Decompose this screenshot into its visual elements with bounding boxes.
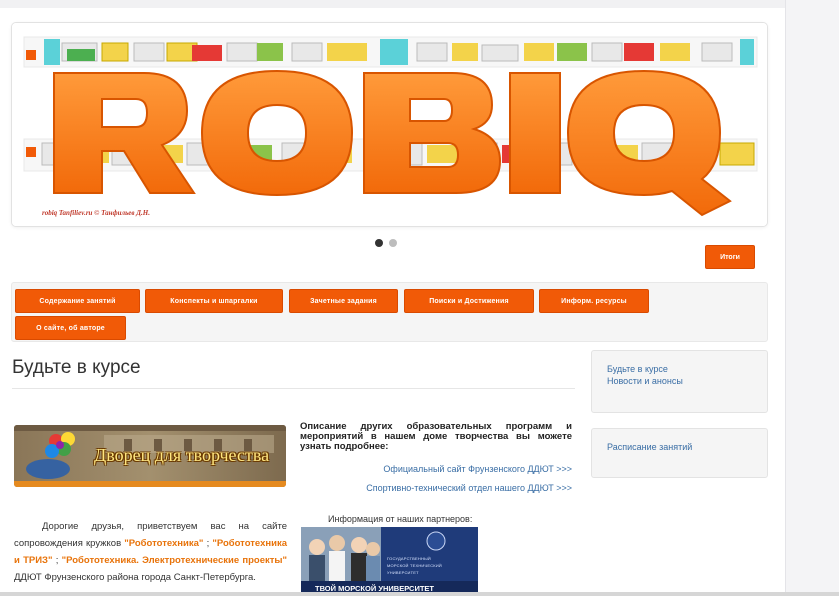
- greeting-separator-2: ;: [55, 555, 59, 566]
- title-divider: [12, 388, 575, 389]
- program-blocks-top: [23, 36, 758, 68]
- horizontal-scrollbar[interactable]: [0, 592, 839, 596]
- greeting-highlight-electro: "Робототехника. Электротехнические проек…: [61, 555, 288, 566]
- schedule-panel: Расписание занятий: [591, 428, 768, 478]
- news-title-link[interactable]: Будьте в курсе: [607, 364, 668, 374]
- main-nav: Содержание занятий Конспекты и шпаргалки…: [11, 282, 768, 342]
- top-strip: [0, 0, 785, 8]
- nav-button-tasks[interactable]: Зачетные задания: [289, 289, 398, 313]
- schedule-link[interactable]: Расписание занятий: [607, 442, 692, 452]
- scrollbar-gutter[interactable]: [785, 0, 839, 596]
- partners-label: Информация от наших партнеров:: [328, 514, 473, 524]
- nav-button-lessons[interactable]: Содержание занятий: [15, 289, 140, 313]
- robiq-banner-graphic: [12, 23, 767, 226]
- university-line-3: УНИВЕРСИТЕТ: [387, 570, 419, 575]
- news-subtitle-link[interactable]: Новости и анонсы: [607, 376, 683, 386]
- header-banner[interactable]: robiq Tanfiliev.ru © Танфильев Д.Н.: [11, 22, 768, 227]
- nav-button-about[interactable]: О сайте, об авторе: [15, 316, 126, 340]
- university-line-2: МОРСКОЙ ТЕХНИЧЕСКИЙ: [387, 563, 442, 568]
- greeting-highlight-robotics: "Робототехника": [124, 538, 204, 549]
- greeting-paragraph: Дорогие друзья, приветствуем вас на сайт…: [14, 518, 287, 586]
- dvorets-banner-image[interactable]: Дворец для творчества: [14, 425, 286, 487]
- carousel-dot-2[interactable]: [389, 239, 397, 247]
- official-site-link[interactable]: Официальный сайт Фрунзенского ДДЮТ >>>: [300, 464, 572, 474]
- carousel-indicators: [375, 239, 397, 247]
- itogi-button[interactable]: Итоги: [705, 245, 755, 269]
- greeting-separator-1: ;: [206, 538, 210, 549]
- news-panel: Будьте в курсе Новости и анонсы: [591, 350, 768, 413]
- sport-tech-link[interactable]: Спортивно-технический отдел нашего ДДЮТ …: [300, 483, 572, 493]
- university-line-1: ГОСУДАРСТВЕННЫЙ: [387, 556, 431, 561]
- carousel-dot-1[interactable]: [375, 239, 383, 247]
- nav-button-resources[interactable]: Информ. ресурсы: [539, 289, 649, 313]
- description-text: Описание других образовательных программ…: [300, 421, 572, 452]
- dvorets-text: Дворец для творчества: [94, 445, 270, 465]
- banner-caption: robiq Tanfiliev.ru © Танфильев Д.Н.: [42, 209, 150, 217]
- page-title: Будьте в курсе: [12, 357, 141, 378]
- nav-button-notes[interactable]: Конспекты и шпаргалки: [145, 289, 283, 313]
- nav-button-achievements[interactable]: Поиски и Достижения: [404, 289, 534, 313]
- university-banner-image[interactable]: ГОСУДАРСТВЕННЫЙ МОРСКОЙ ТЕХНИЧЕСКИЙ УНИВ…: [301, 527, 478, 596]
- greeting-text-2: ДДЮТ Фрунзенского района города Санкт-Пе…: [14, 572, 256, 583]
